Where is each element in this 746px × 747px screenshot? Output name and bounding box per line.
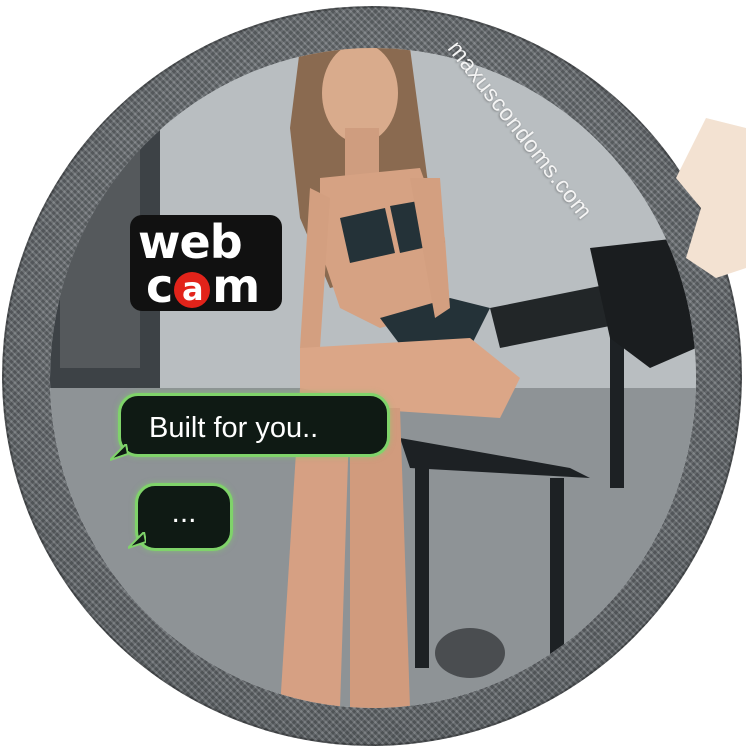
chat-bubble-typing: ... xyxy=(135,483,233,551)
logo-letter-c: c xyxy=(146,259,173,313)
typing-bubble-tail xyxy=(128,532,146,549)
model-photo xyxy=(50,48,696,708)
webcam-logo: web cam xyxy=(130,215,282,311)
logo-line-2: cam xyxy=(146,263,260,309)
chat-bubble-message: Built for you.. xyxy=(118,393,390,457)
logo-letter-m: m xyxy=(212,259,260,313)
chat-message-text: Built for you.. xyxy=(149,412,319,444)
chat-bubble-tail xyxy=(110,444,128,461)
torn-wrapper-edge xyxy=(676,118,746,278)
typing-indicator: ... xyxy=(171,496,197,529)
logo-red-a-badge: a xyxy=(174,272,211,308)
condom-wrapper: maxuscondoms.com web cam Built for you..… xyxy=(0,0,746,747)
